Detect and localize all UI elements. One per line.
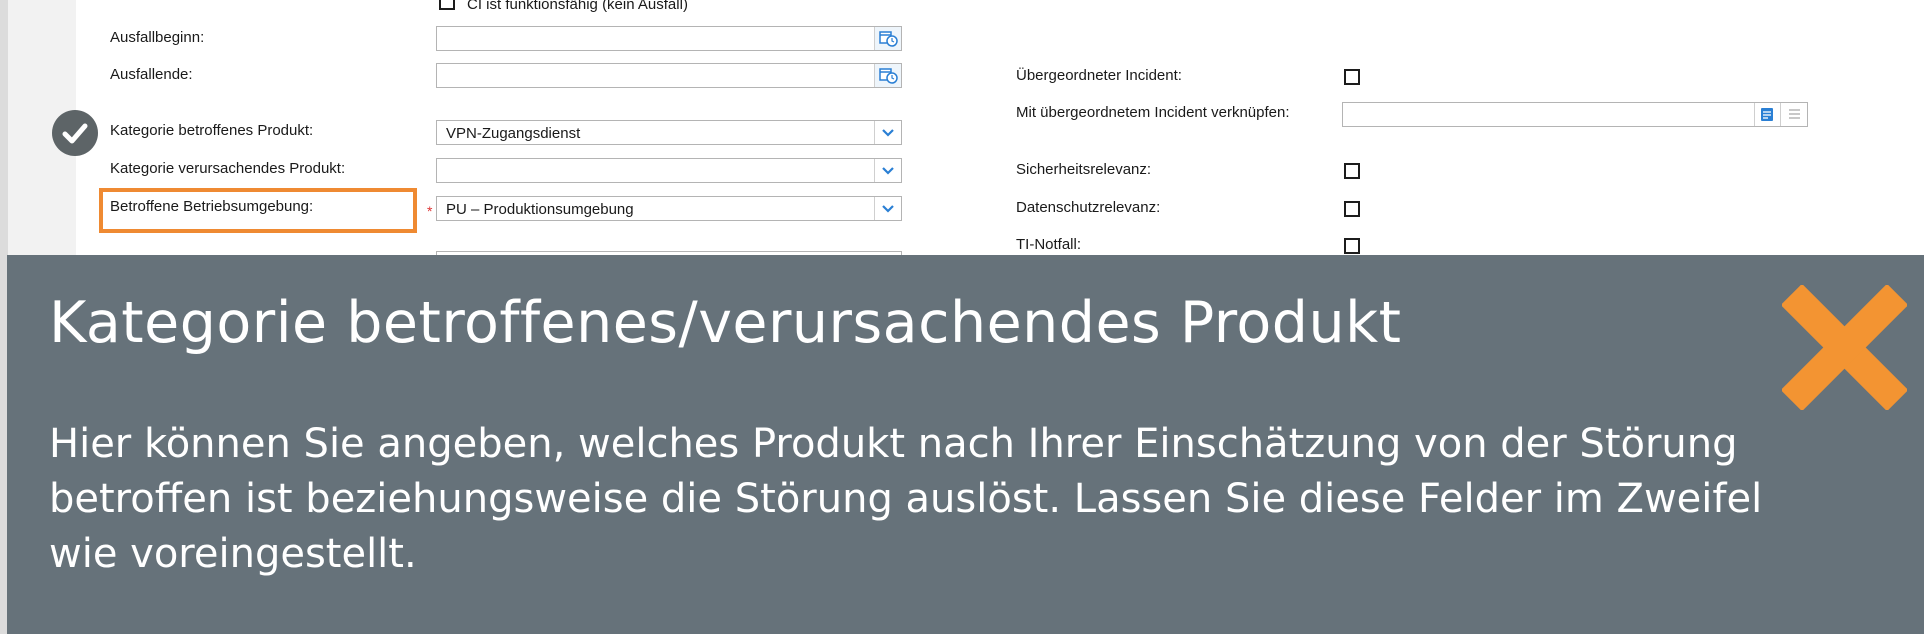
sicherheitsrelevanz-label: Sicherheitsrelevanz: [1016,161,1152,178]
ausfallende-field[interactable] [436,63,902,88]
datenschutzrelevanz-checkbox[interactable] [1344,201,1360,217]
dropdown-button[interactable] [874,121,901,144]
kategorie-betroffen-select[interactable]: VPN-Zugangsdienst [436,120,902,145]
kategorie-betroffen-value: VPN-Zugangsdienst [446,125,581,142]
ti-notfall-label: TI-Notfall: [1016,236,1082,253]
chevron-down-icon [882,205,894,213]
help-title: Kategorie betroffenes/verursachendes Pro… [49,290,1402,356]
kategorie-verursachend-label: Kategorie verursachendes Produkt: [110,160,346,177]
ci-functional-checkbox[interactable] [439,0,455,10]
list-icon [1789,109,1800,119]
betriebsumgebung-label: Betroffene Betriebsumgebung: [110,198,314,215]
sicherheitsrelevanz-checkbox[interactable] [1344,163,1360,179]
kategorie-betroffen-label: Kategorie betroffenes Produkt: [110,122,314,139]
dropdown-button[interactable] [874,159,901,182]
ausfallbeginn-field[interactable] [436,26,902,51]
ci-functional-label: CI ist funktionsfähig (kein Ausfall) [467,0,688,13]
check-icon [62,123,88,144]
dropdown-button[interactable] [874,197,901,220]
uebergeordneter-incident-checkbox[interactable] [1344,69,1360,85]
chevron-down-icon [882,129,894,137]
close-icon [1780,283,1909,412]
help-body-text: Hier können Sie angeben, welches Produkt… [49,421,1763,577]
calendar-clock-icon [879,31,898,47]
date-picker-button[interactable] [874,64,901,87]
verknuepfen-label: Mit übergeordnetem Incident verknüpfen: [1016,104,1290,121]
completed-badge [52,110,98,156]
verknuepfen-field[interactable] [1342,102,1808,127]
betriebsumgebung-select[interactable]: PU – Produktionsumgebung [436,196,902,221]
required-marker: * [427,203,433,219]
calendar-clock-icon [879,68,898,84]
chevron-down-icon [882,167,894,175]
datenschutzrelevanz-label: Datenschutzrelevanz: [1016,199,1161,216]
kategorie-verursachend-select[interactable] [436,158,902,183]
date-picker-button[interactable] [874,27,901,50]
betriebsumgebung-value: PU – Produktionsumgebung [446,201,634,218]
help-overlay-panel: Kategorie betroffenes/verursachendes Pro… [7,255,1924,634]
ti-notfall-checkbox[interactable] [1344,238,1360,254]
ausfallbeginn-label: Ausfallbeginn: [110,29,205,46]
page: CI ist funktionsfähig (kein Ausfall) Aus… [0,0,1924,634]
close-button[interactable] [1780,283,1909,412]
lookup-icon [1761,108,1773,121]
list-button[interactable] [1780,103,1807,126]
uebergeordneter-incident-label: Übergeordneter Incident: [1016,67,1182,84]
lookup-button[interactable] [1754,103,1781,126]
ausfallende-label: Ausfallende: [110,66,193,83]
